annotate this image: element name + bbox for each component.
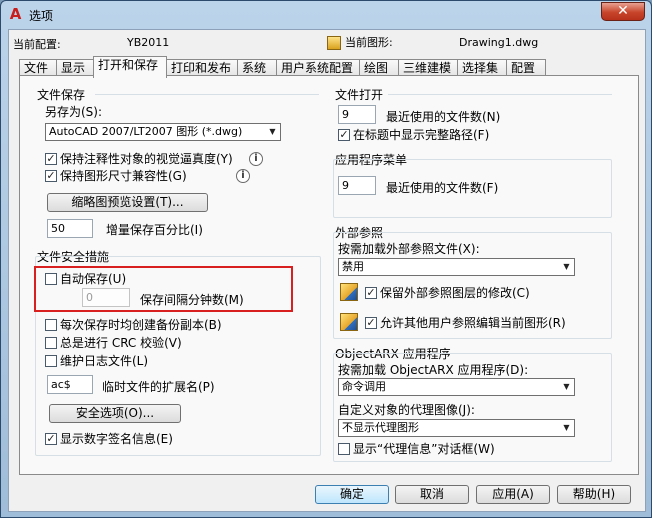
checkbox-box: ✓ — [365, 316, 377, 329]
chevron-down-icon: ▼ — [563, 262, 570, 271]
tab-open-and-save[interactable]: 打开和保存 — [93, 56, 167, 78]
save-as-label: 另存为(S): — [45, 105, 103, 119]
allow-xref-edit-checkbox[interactable]: ✓ 允许其他用户参照编辑当前图形(R) — [365, 317, 566, 331]
xref-edit-icon — [340, 313, 358, 331]
digital-signature-checkbox[interactable]: ✓ 显示数字签名信息(E) — [45, 433, 173, 447]
checkbox-box: ✓ — [45, 169, 57, 182]
chevron-down-icon: ▼ — [269, 127, 276, 136]
xref-settings-icon — [340, 283, 358, 301]
file-save-title: 文件保存 — [37, 88, 86, 102]
chevron-down-icon: ▼ — [563, 382, 570, 391]
save-as-dropdown[interactable]: AutoCAD 2007/LT2007 图形 (*.dwg) ▼ — [45, 123, 281, 141]
app-menu-recent-input[interactable]: 9 — [338, 176, 376, 195]
current-drawing-row: 当前图形: — [327, 34, 393, 50]
xref-demand-load-value: 禁用 — [342, 260, 364, 273]
thumbnail-settings-button[interactable]: 缩略图预览设置(T)... — [47, 193, 208, 212]
current-profile-value: YB2011 — [127, 36, 170, 49]
full-path-label: 在标题中显示完整路径(F) — [353, 128, 490, 142]
maintain-drawing-size-checkbox[interactable]: ✓ 保持图形尺寸兼容性(G) — [45, 170, 187, 184]
dialog-client: 当前配置: YB2011 当前图形: Drawing1.dwg 文件 显示 打开… — [8, 29, 646, 512]
info-icon[interactable]: i — [236, 169, 250, 183]
allow-xref-edit-label: 允许其他用户参照编辑当前图形(R) — [380, 316, 566, 330]
checkbox-box — [338, 443, 350, 455]
save-as-value: AutoCAD 2007/LT2007 图形 (*.dwg) — [49, 125, 243, 138]
log-file-label: 维护日志文件(L) — [60, 354, 149, 368]
checkbox-box: ✓ — [45, 432, 57, 445]
security-options-button[interactable]: 安全选项(O)... — [49, 404, 181, 423]
proxy-images-label: 自定义对象的代理图像(J): — [338, 403, 475, 417]
proxy-images-dropdown[interactable]: 不显示代理图形 ▼ — [338, 419, 575, 437]
current-profile-label: 当前配置: — [13, 38, 61, 51]
crc-check-label: 总是进行 CRC 校验(V) — [60, 336, 182, 350]
autosave-label: 自动保存(U) — [60, 272, 127, 286]
close-button[interactable]: ✕ — [601, 2, 645, 21]
xref-demand-load-label: 按需加载外部参照文件(X): — [338, 242, 480, 256]
app-menu-recent-label: 最近使用的文件数(F) — [386, 181, 499, 195]
create-backup-label: 每次保存时均创建备份副本(B) — [60, 318, 222, 332]
maintain-annotative-label: 保持注释性对象的视觉逼真度(Y) — [60, 152, 233, 166]
maintain-drawing-size-label: 保持图形尺寸兼容性(G) — [60, 169, 187, 183]
proxy-info-checkbox[interactable]: 显示“代理信息”对话框(W) — [338, 443, 495, 457]
recent-files-input[interactable]: 9 — [338, 105, 376, 124]
arx-demand-load-label: 按需加载 ObjectARX 应用程序(D): — [338, 363, 529, 377]
proxy-images-value: 不显示代理图形 — [342, 421, 419, 434]
autosave-minutes-label: 保存间隔分钟数(M) — [140, 293, 244, 307]
autosave-minutes-input[interactable]: 0 — [82, 288, 130, 307]
checkbox-box — [45, 319, 57, 331]
chevron-down-icon: ▼ — [563, 423, 570, 432]
retain-xref-layer-label: 保留外部参照图层的修改(C) — [380, 286, 530, 300]
arx-demand-load-value: 命令调用 — [342, 380, 386, 393]
checkbox-box: ✓ — [338, 128, 350, 141]
window-title: 选项 — [29, 9, 54, 23]
retain-xref-layer-checkbox[interactable]: ✓ 保留外部参照图层的修改(C) — [365, 287, 530, 301]
proxy-info-label: 显示“代理信息”对话框(W) — [353, 442, 495, 456]
checkbox-box — [45, 337, 57, 349]
arx-demand-load-dropdown[interactable]: 命令调用 ▼ — [338, 378, 575, 396]
ok-button[interactable]: 确定 — [315, 485, 389, 504]
checkbox-box: ✓ — [365, 286, 377, 299]
incremental-save-input[interactable]: 50 — [47, 219, 93, 238]
create-backup-checkbox[interactable]: 每次保存时均创建备份副本(B) — [45, 319, 222, 333]
file-save-divider — [95, 94, 319, 95]
title-bar[interactable]: A 选项 ✕ — [1, 1, 651, 29]
autocad-a-icon: A — [9, 5, 22, 23]
open-and-save-panel: 文件保存 另存为(S): AutoCAD 2007/LT2007 图形 (*.d… — [19, 75, 639, 475]
file-open-title: 文件打开 — [335, 88, 384, 102]
options-dialog: A 选项 ✕ 当前配置: YB2011 当前图形: Drawing1.dwg 文… — [0, 0, 652, 518]
maintain-annotative-checkbox[interactable]: ✓ 保持注释性对象的视觉逼真度(Y) — [45, 153, 233, 167]
crc-check-checkbox[interactable]: 总是进行 CRC 校验(V) — [45, 337, 182, 351]
recent-files-label: 最近使用的文件数(N) — [386, 110, 501, 124]
incremental-save-label: 增量保存百分比(I) — [106, 223, 203, 237]
current-drawing-value: Drawing1.dwg — [459, 36, 539, 49]
cancel-button[interactable]: 取消 — [395, 485, 469, 504]
checkbox-box — [45, 355, 57, 367]
help-button[interactable]: 帮助(H) — [557, 485, 631, 504]
drawing-file-icon — [327, 36, 341, 50]
temp-extension-input[interactable]: ac$ — [47, 375, 93, 394]
digital-signature-label: 显示数字签名信息(E) — [60, 432, 173, 446]
apply-button[interactable]: 应用(A) — [476, 485, 550, 504]
full-path-checkbox[interactable]: ✓ 在标题中显示完整路径(F) — [338, 129, 489, 143]
file-open-divider — [388, 94, 612, 95]
xref-demand-load-dropdown[interactable]: 禁用 ▼ — [338, 258, 575, 276]
log-file-checkbox[interactable]: 维护日志文件(L) — [45, 355, 148, 369]
temp-extension-label: 临时文件的扩展名(P) — [102, 380, 215, 394]
current-drawing-label: 当前图形: — [345, 36, 393, 49]
autosave-checkbox[interactable]: 自动保存(U) — [45, 273, 126, 287]
checkbox-box: ✓ — [45, 152, 57, 165]
checkbox-box — [45, 273, 57, 285]
info-icon[interactable]: i — [249, 152, 263, 166]
